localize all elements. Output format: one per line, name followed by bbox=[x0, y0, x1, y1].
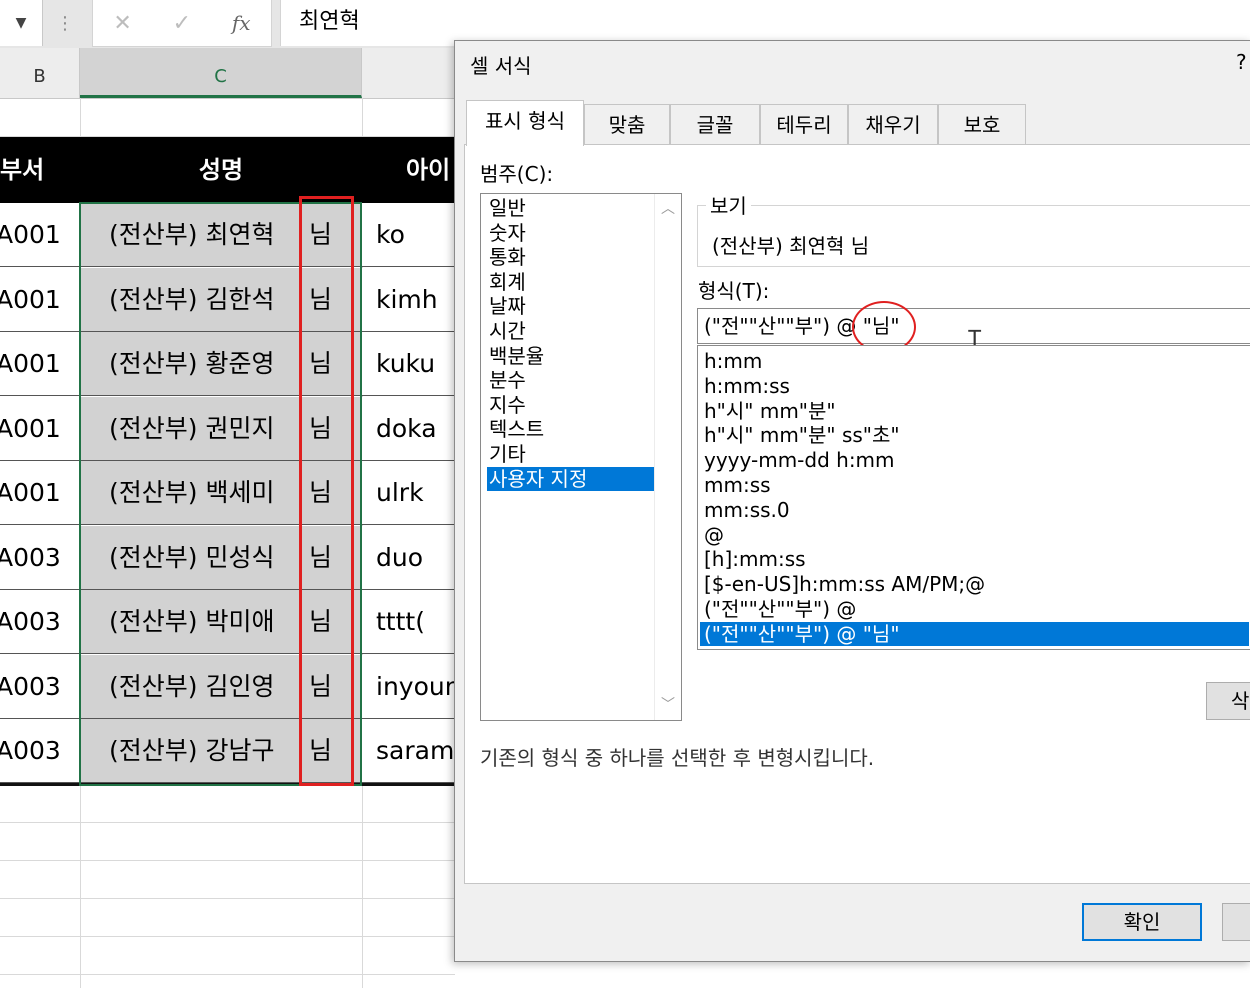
gridline bbox=[0, 974, 455, 975]
dept-cell[interactable]: A001 bbox=[0, 461, 80, 524]
sample-value: (전산부) 최연혁 님 bbox=[712, 234, 870, 258]
format-item[interactable]: mm:ss.0 bbox=[700, 498, 1249, 522]
dialog-title: 셀 서식 bbox=[470, 54, 532, 78]
cancel-icon[interactable]: ✕ bbox=[113, 11, 131, 36]
format-item[interactable]: mm:ss bbox=[700, 473, 1249, 497]
header-id: 아이 bbox=[406, 156, 451, 184]
id-cell[interactable]: kimh bbox=[362, 268, 455, 331]
format-item[interactable]: ("전""산""부") @ "님" bbox=[700, 621, 1249, 646]
id-cell[interactable]: doka bbox=[362, 397, 455, 460]
category-item[interactable]: 시간 bbox=[487, 319, 655, 343]
dept-cell[interactable]: A001 bbox=[0, 203, 80, 266]
category-item[interactable]: 지수 bbox=[487, 393, 655, 417]
format-item[interactable]: h"시" mm"분" ss"초" bbox=[700, 423, 1249, 447]
enter-icon[interactable]: ✓ bbox=[173, 11, 191, 36]
scroll-up-icon[interactable]: ︿ bbox=[655, 196, 681, 222]
help-button[interactable]: ? bbox=[1236, 50, 1247, 74]
formula-buttons: ✕ ✓ fx bbox=[92, 0, 272, 47]
cancel-button[interactable] bbox=[1222, 903, 1250, 941]
tab-number[interactable]: 표시 형식 bbox=[466, 100, 584, 146]
category-label: 범주(C): bbox=[480, 162, 554, 186]
category-item[interactable]: 사용자 지정 bbox=[487, 466, 655, 491]
gridline bbox=[0, 860, 455, 861]
header-name: 성명 bbox=[198, 156, 244, 184]
gridline bbox=[0, 936, 455, 937]
id-cell[interactable]: kuku bbox=[362, 332, 455, 395]
id-cell[interactable]: duo bbox=[362, 526, 455, 589]
id-cell[interactable]: ulrk bbox=[362, 461, 455, 524]
description-text: 기존의 형식 중 하나를 선택한 후 변형시킵니다. bbox=[480, 746, 875, 770]
delete-button[interactable]: 삭 bbox=[1206, 682, 1250, 720]
format-item[interactable]: [h]:mm:ss bbox=[700, 547, 1249, 571]
format-item[interactable]: @ bbox=[700, 523, 1249, 547]
scroll-down-icon[interactable]: ﹀ bbox=[655, 692, 681, 718]
name-box-dropdown-icon[interactable]: ▼ bbox=[0, 0, 43, 46]
format-type-label: 형식(T): bbox=[698, 279, 770, 303]
column-header-b[interactable]: B bbox=[0, 48, 80, 98]
format-item[interactable]: [$-en-US]h:mm:ss AM/PM;@ bbox=[700, 572, 1249, 596]
category-item[interactable]: 숫자 bbox=[487, 221, 655, 245]
category-item[interactable]: 백분율 bbox=[487, 344, 655, 368]
dept-cell[interactable]: A003 bbox=[0, 719, 80, 782]
format-item[interactable]: h:mm bbox=[700, 349, 1249, 373]
format-item[interactable]: yyyy-mm-dd h:mm bbox=[700, 448, 1249, 472]
dept-cell[interactable]: A001 bbox=[0, 332, 80, 395]
tab-alignment[interactable]: 맞춤 bbox=[584, 104, 670, 144]
sample-label: 보기 bbox=[706, 190, 751, 219]
gridline bbox=[0, 822, 455, 823]
category-list[interactable]: 일반 숫자 통화 회계 날짜 시간 백분율 분수 지수 텍스트 기타 사용자 지정 ︿ ﹀ bbox=[480, 193, 682, 721]
dept-cell[interactable]: A003 bbox=[0, 655, 80, 718]
category-item[interactable]: 분수 bbox=[487, 368, 655, 392]
format-item[interactable]: h:mm:ss bbox=[700, 374, 1249, 398]
suffix-highlight-box bbox=[299, 196, 354, 786]
gridline bbox=[0, 898, 455, 899]
category-item[interactable]: 날짜 bbox=[487, 294, 655, 318]
ok-button[interactable]: 확인 bbox=[1082, 903, 1202, 941]
format-item[interactable]: ("전""산""부") @ bbox=[700, 597, 1249, 621]
category-item[interactable]: 통화 bbox=[487, 245, 655, 269]
category-item[interactable]: 일반 bbox=[487, 196, 655, 220]
id-cell[interactable]: tttt( bbox=[362, 590, 455, 653]
dept-cell[interactable]: A003 bbox=[0, 526, 80, 589]
id-cell[interactable]: ko bbox=[362, 203, 455, 266]
category-item[interactable]: 기타 bbox=[487, 442, 655, 466]
dept-cell[interactable]: A001 bbox=[0, 268, 80, 331]
tab-fill[interactable]: 채우기 bbox=[848, 104, 938, 144]
column-header-c[interactable]: C bbox=[80, 48, 362, 98]
id-cell[interactable]: saram bbox=[362, 719, 455, 782]
tab-border[interactable]: 테두리 bbox=[760, 104, 848, 144]
header-dept: 부서 bbox=[0, 156, 45, 184]
insert-function-icon[interactable]: fx bbox=[232, 11, 251, 35]
format-item[interactable]: h"시" mm"분" bbox=[700, 399, 1249, 423]
more-options-icon: ⋮ bbox=[56, 12, 74, 34]
format-list[interactable]: h:mm h:mm:ss h"시" mm"분" h"시" mm"분" ss"초" yyy… bbox=[697, 345, 1250, 650]
tab-font[interactable]: 글꼴 bbox=[670, 104, 760, 144]
dept-cell[interactable]: A001 bbox=[0, 397, 80, 460]
dept-cell[interactable]: A003 bbox=[0, 590, 80, 653]
id-cell[interactable]: inyoun bbox=[362, 655, 455, 718]
tab-protection[interactable]: 보호 bbox=[938, 104, 1026, 144]
category-item[interactable]: 회계 bbox=[487, 270, 655, 294]
category-item[interactable]: 텍스트 bbox=[487, 417, 655, 441]
category-scrollbar[interactable]: ︿ ﹀ bbox=[654, 194, 681, 720]
